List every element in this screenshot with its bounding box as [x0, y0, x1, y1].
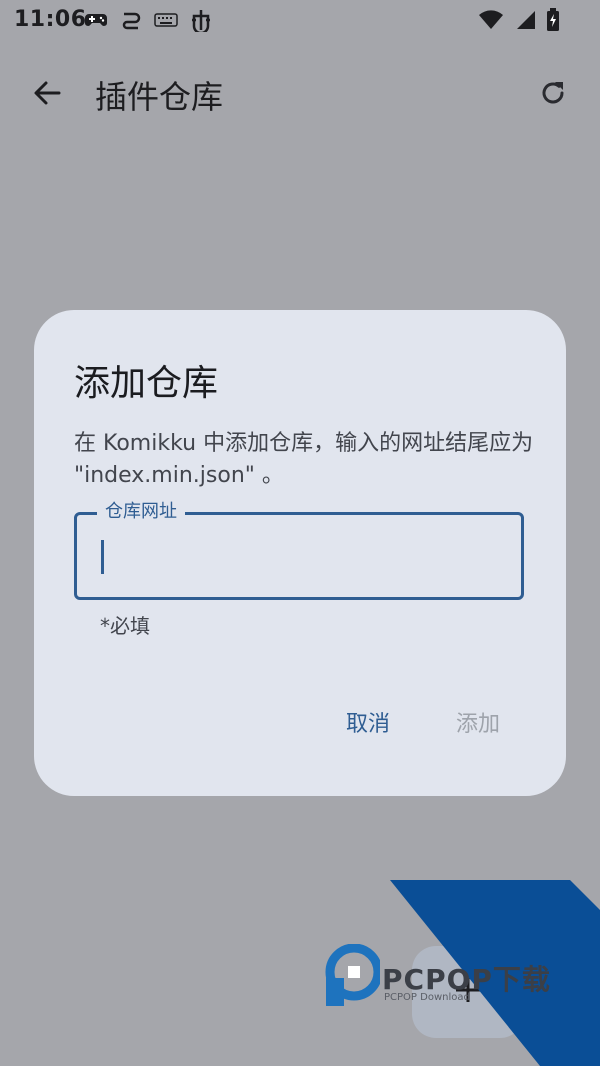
cancel-button[interactable]: 取消	[334, 700, 402, 744]
refresh-button[interactable]	[532, 74, 574, 116]
arrow-left-icon	[31, 77, 63, 113]
battery-charging-icon	[546, 8, 560, 36]
repo-url-field[interactable]: 仓库网址	[74, 499, 524, 600]
refresh-icon	[538, 78, 568, 112]
text-cursor	[101, 540, 104, 574]
gamepad-icon	[84, 11, 108, 33]
helper-text: *必填	[100, 614, 150, 638]
status-bar: 11:06	[0, 0, 600, 42]
page-title: 插件仓库	[95, 78, 224, 116]
sync-icon	[120, 9, 142, 35]
repo-url-label: 仓库网址	[97, 499, 185, 525]
dialog-message: 在 Komikku 中添加仓库，输入的网址结尾应为 "index.min.jso…	[74, 431, 534, 488]
watermark-logo-icon	[322, 943, 383, 1012]
app-bar: 插件仓库	[0, 52, 600, 136]
status-time: 11:06	[14, 7, 87, 32]
repo-url-input[interactable]	[97, 533, 501, 581]
status-icons-right	[478, 8, 560, 36]
dialog-title: 添加仓库	[74, 363, 219, 404]
watermark-sub: PCPOP Download	[384, 992, 470, 1003]
signal-icon	[514, 10, 536, 34]
status-icons-left	[84, 8, 212, 36]
wifi-icon	[478, 10, 504, 34]
back-button[interactable]	[26, 74, 68, 116]
bug-icon	[190, 8, 212, 36]
keyboard-icon	[154, 12, 178, 32]
add-button[interactable]: 添加	[444, 700, 512, 744]
add-repo-dialog: 添加仓库 在 Komikku 中添加仓库，输入的网址结尾应为 "index.mi…	[34, 310, 566, 796]
